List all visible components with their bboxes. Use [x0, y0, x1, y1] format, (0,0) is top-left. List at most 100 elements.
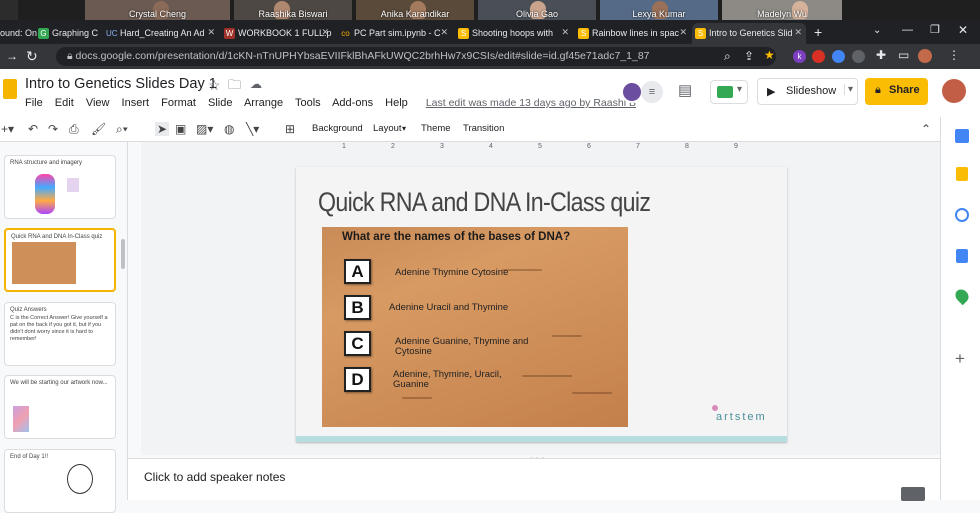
quiz-image[interactable]: What are the names of the bases of DNA? … [322, 227, 628, 427]
text-box-icon[interactable]: ▣ [175, 122, 186, 136]
image-icon[interactable]: ▨▾ [196, 122, 213, 136]
tab-colab[interactable]: co PC Part sim.ipynb - C ✕ [337, 23, 452, 44]
comments-icon[interactable]: ▤ [678, 81, 692, 99]
new-slide-icon[interactable]: +▾ [1, 122, 14, 136]
star-icon[interactable]: ☆ [208, 77, 221, 94]
extension-red-icon[interactable] [812, 50, 825, 63]
url-input[interactable]: 🔒︎ docs.google.com/presentation/d/1cKN-n… [56, 47, 776, 66]
slide-thumbnail[interactable]: RNA structure and imagery [4, 155, 116, 219]
meet-button[interactable]: ▾ [710, 80, 748, 104]
close-icon[interactable]: ✕ [561, 27, 569, 38]
line-icon[interactable]: ╲▾ [246, 122, 259, 136]
reload-icon[interactable]: ↻ [26, 48, 38, 65]
undo-icon[interactable]: ↶ [28, 122, 38, 136]
layout-button[interactable]: Layout [373, 123, 402, 134]
tab-rainbow-lines[interactable]: S Rainbow lines in spac ✕ [575, 23, 691, 44]
close-icon[interactable]: ✕ [679, 27, 687, 38]
extension-blue-icon[interactable] [832, 50, 845, 63]
vertical-ruler[interactable] [133, 165, 141, 445]
share-link-icon[interactable]: ⇪ [744, 49, 754, 63]
menu-slide[interactable]: Slide [208, 97, 232, 109]
calendar-icon[interactable] [955, 129, 969, 143]
slides-logo-icon[interactable] [3, 79, 17, 99]
new-tab-icon[interactable]: + [814, 24, 822, 40]
slide-thumbnail[interactable]: We will be starting our artwork now... [4, 375, 116, 439]
close-window-icon[interactable]: ✕ [958, 23, 968, 37]
forward-icon[interactable]: → [6, 49, 18, 63]
maps-icon[interactable] [952, 286, 972, 306]
menu-help[interactable]: Help [385, 97, 408, 109]
video-tile[interactable]: Crystal Cheng [85, 0, 230, 20]
account-avatar[interactable] [942, 79, 966, 103]
sidebar-toggle-icon[interactable]: ▭ [898, 48, 909, 62]
select-cursor-icon[interactable]: ➤ [155, 122, 170, 136]
move-folder-icon[interactable]: 🗀︎ [228, 76, 241, 98]
close-icon[interactable]: ✕ [794, 27, 802, 38]
close-icon[interactable]: ✕ [321, 27, 329, 38]
bookmark-star-icon[interactable]: ★ [764, 48, 775, 62]
zoom-icon[interactable]: ⌕▾ [116, 122, 128, 137]
horizontal-ruler[interactable]: 1 2 3 4 5 6 7 8 9 [294, 143, 788, 153]
menu-format[interactable]: Format [161, 97, 196, 109]
profile-avatar[interactable] [918, 49, 932, 63]
menu-arrange[interactable]: Arrange [244, 97, 283, 109]
slide-thumbnail[interactable]: Quiz Answers C is the Correct Answer! Gi… [4, 302, 116, 366]
slide[interactable]: Quick RNA and DNA In-Class quiz What are… [296, 167, 787, 442]
slide-title[interactable]: Quick RNA and DNA In-Class quiz [318, 187, 651, 218]
menu-file[interactable]: File [25, 97, 43, 109]
tab-label: Shooting hoops with [472, 28, 554, 38]
slideshow-button[interactable]: ▶ Slideshow ▾ [757, 78, 858, 105]
slide-thumbnail[interactable]: End of Day 1!! [4, 449, 116, 513]
menu-insert[interactable]: Insert [122, 97, 150, 109]
video-tile[interactable]: Anika Karandikar [356, 0, 474, 20]
tab-graphing[interactable]: G Graphing C [35, 23, 100, 44]
pdf-icon: W [224, 28, 235, 39]
document-title[interactable]: Intro to Genetics Slides Day 1 [25, 76, 217, 92]
contacts-icon[interactable] [956, 249, 968, 263]
video-tile[interactable]: Madelyn Wu [722, 0, 842, 20]
extension-k-icon[interactable]: k [793, 50, 806, 63]
background-button[interactable]: Background [312, 123, 363, 134]
keep-icon[interactable] [956, 167, 968, 181]
slide-thumbnail-selected[interactable]: Quick RNA and DNA In-Class quiz [4, 228, 116, 292]
add-on-plus-icon[interactable]: + [955, 349, 965, 369]
browser-menu-icon[interactable]: ⋮ [948, 48, 960, 62]
filmstrip-scrollbar[interactable] [121, 239, 125, 269]
video-tile[interactable]: Lexya Kumar [600, 0, 718, 20]
menu-addons[interactable]: Add-ons [332, 97, 373, 109]
last-edit-link[interactable]: Last edit was made 13 days ago by Raashi… [426, 97, 636, 109]
transition-button[interactable]: Transition [463, 123, 504, 134]
menu-tools[interactable]: Tools [295, 97, 321, 109]
menu-edit[interactable]: Edit [55, 97, 74, 109]
video-tile[interactable]: Olivia Gao [478, 0, 596, 20]
redo-icon[interactable]: ↷ [48, 122, 58, 136]
tab-intro-genetics[interactable]: S Intro to Genetics Slid ✕ [692, 23, 806, 44]
present-icon: ▶ [767, 86, 776, 98]
extensions-puzzle-icon[interactable]: ✚ [876, 48, 886, 62]
tab-search-icon[interactable]: ⌄ [873, 25, 881, 36]
maximize-icon[interactable]: ❐ [930, 23, 940, 36]
paint-format-icon[interactable]: 🖌︎ [91, 122, 106, 136]
collapse-toolbar-icon[interactable]: ⌃ [921, 122, 931, 136]
comment-icon[interactable]: ⊞ [285, 122, 295, 136]
zoom-icon[interactable]: ⌕ [724, 49, 731, 64]
tasks-icon[interactable] [955, 208, 969, 222]
tab-workbook[interactable]: W WORKBOOK 1 FULL.p ✕ [221, 23, 333, 44]
collaborator-avatar[interactable] [621, 81, 643, 103]
tab-shooting-hoops[interactable]: S Shooting hoops with ✕ [455, 23, 573, 44]
explore-icon[interactable] [901, 487, 925, 501]
theme-button[interactable]: Theme [421, 123, 451, 134]
print-icon[interactable]: ⎙ [69, 122, 79, 137]
close-icon[interactable]: ✕ [207, 27, 215, 38]
collaborators-icon[interactable]: ≡ [641, 81, 663, 103]
menu-view[interactable]: View [86, 97, 110, 109]
shape-icon[interactable]: ◍ [224, 122, 234, 136]
close-icon[interactable]: ✕ [440, 27, 448, 38]
share-button[interactable]: 🔒︎ Share [865, 78, 928, 105]
video-tile[interactable]: Raashika Biswari [234, 0, 352, 20]
chevron-down-icon[interactable]: ▾ [844, 84, 853, 95]
minimize-icon[interactable]: — [902, 24, 913, 36]
speaker-notes[interactable]: Click to add speaker notes [128, 458, 940, 501]
tab-creating-ad[interactable]: UC Hard_Creating An Ad ✕ [103, 23, 219, 44]
extension-grey-icon[interactable] [852, 50, 865, 63]
